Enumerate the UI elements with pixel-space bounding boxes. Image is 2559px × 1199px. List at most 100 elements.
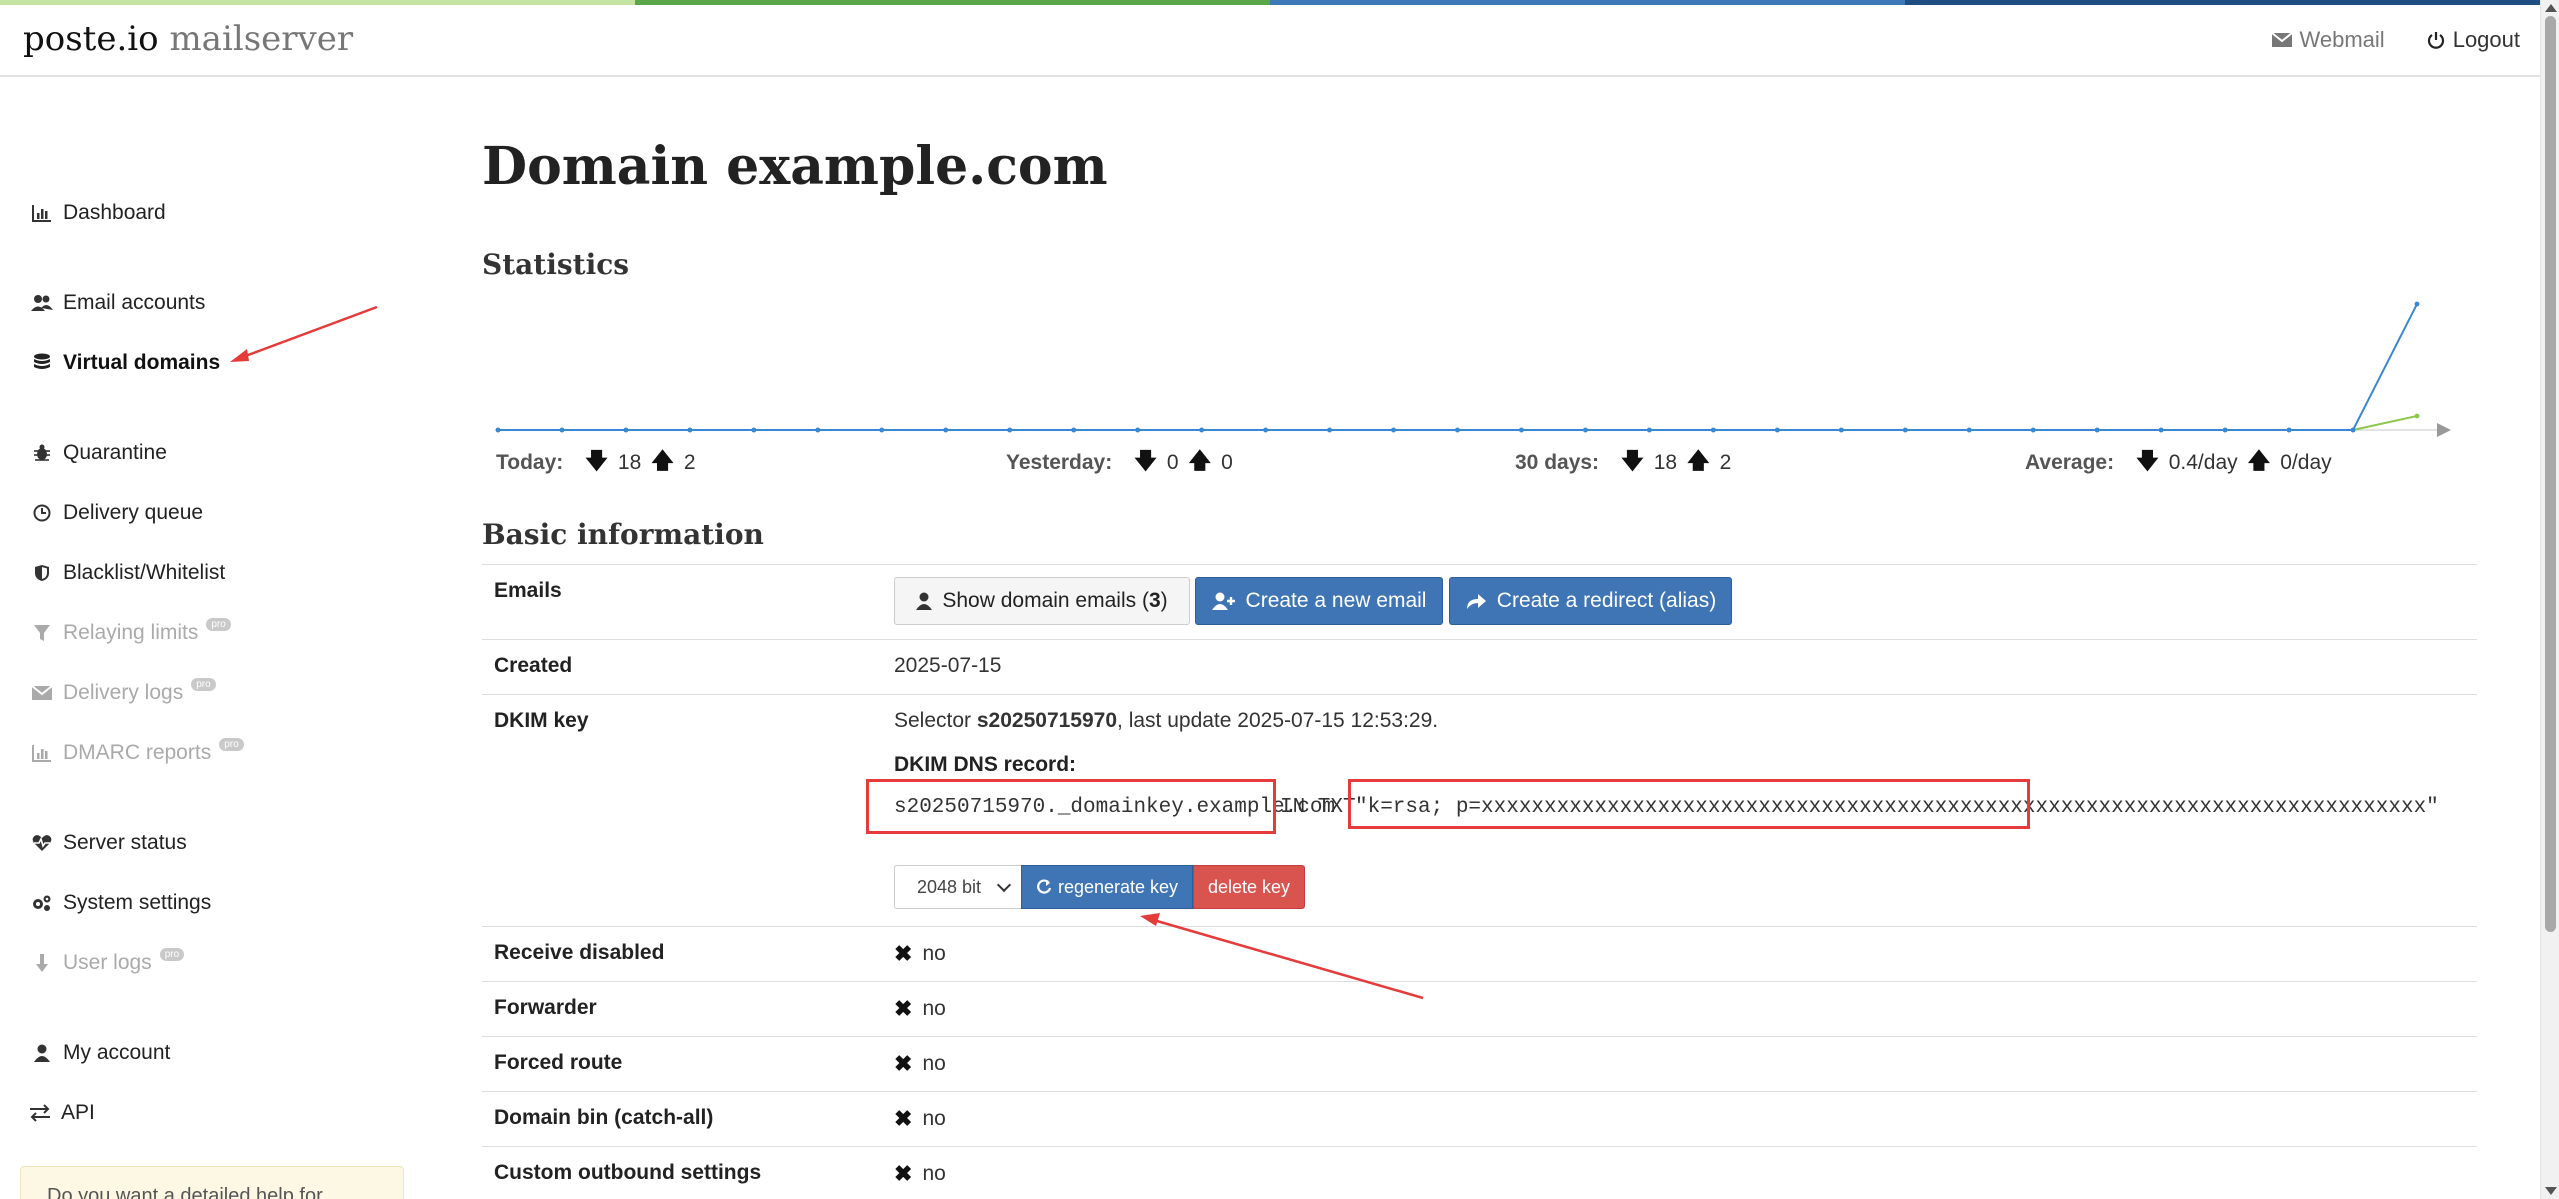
selector-suffix: , last update 2025-07-15 12:53:29. [1117,709,1439,732]
webmail-link[interactable]: Webmail [2271,27,2385,53]
sidebar-item-dashboard[interactable]: Dashboard [31,201,166,225]
sidebar-item-system-settings[interactable]: System settings [31,891,211,915]
sidebar-item-delivery-logs[interactable]: Delivery logs pro [31,677,216,705]
chart-point [1583,427,1588,433]
chart-point [687,427,693,433]
chart-point [2286,427,2292,433]
close-icon: ✖ [894,996,913,1021]
key-size-select[interactable]: 2048 bit [894,865,1022,909]
button-label: Show domain emails ( [942,589,1149,612]
sidebar-item-server-status[interactable]: Server status [31,831,187,855]
sidebar-item-label: Server status [63,831,187,854]
chart-point [2414,301,2420,307]
sidebar-item-label: My account [63,1041,171,1064]
create-email-button[interactable]: Create a new email [1195,577,1443,625]
chart-point [2350,427,2356,433]
user-icon [916,592,933,610]
chart-point [559,427,565,433]
table-row-emails: Emails Show domain emails (3) Create a n… [482,564,2477,639]
webmail-label: Webmail [2299,27,2385,52]
table-row-dkim: DKIM key Selector s20250715970, last upd… [482,694,2477,926]
arrow-up-icon: 🡅 [2247,448,2271,473]
selector-prefix: Selector [894,709,977,732]
table-row-custom-outbound: Custom outbound settings ✖ no [482,1146,2477,1199]
create-redirect-button[interactable]: Create a redirect (alias) [1449,577,1732,625]
show-domain-emails-button[interactable]: Show domain emails (3) [894,577,1190,625]
arrow-down-icon: 🡇 [585,448,608,473]
sidebar-item-relaying-limits[interactable]: Relaying limits pro [31,617,231,645]
chart-point [1647,427,1652,433]
table-row-receive-disabled: Receive disabled ✖ no [482,926,2477,981]
filter-icon [31,624,53,642]
row-key: Created [494,654,573,677]
help-box: Do you want a detailed help for [20,1166,404,1199]
chevron-down-icon [996,877,1012,893]
chart-point [1327,427,1332,433]
sidebar-item-my-account[interactable]: My account [31,1041,170,1065]
custom-outbound-value: ✖ no [894,1161,946,1187]
chart-point [1902,427,1908,433]
sidebar-item-virtual-domains[interactable]: Virtual domains [31,351,220,375]
delete-key-button[interactable]: delete key [1193,865,1305,909]
chart-point [1199,427,1205,433]
button-label-end: ) [1160,589,1168,612]
chart-point [1966,427,1972,433]
chart-point [2030,427,2036,433]
exchange-icon [29,1104,51,1122]
stat-label: Yesterday: [1006,451,1113,474]
sidebar: Dashboard Email accounts Virtual domains… [0,80,420,1199]
row-key: Domain bin (catch-all) [494,1106,714,1129]
chart-point [2414,413,2420,419]
domain-bin-value: ✖ no [894,1106,946,1132]
stat-down-value: 18 [617,451,642,474]
pro-badge: pro [159,947,185,961]
brand-logo[interactable]: poste.io mailserver [23,19,353,59]
regenerate-key-button[interactable]: regenerate key [1021,865,1193,909]
sidebar-item-user-logs[interactable]: User logs pro [31,947,185,975]
logout-label: Logout [2452,27,2520,52]
page-title: Domain example.com [482,136,1108,197]
chart-series-line-1 [498,303,2418,431]
sidebar-item-label: Relaying limits [63,621,199,644]
sidebar-item-email-accounts[interactable]: Email accounts [31,291,205,315]
scrollbar[interactable] [2540,0,2559,1199]
chart-point [815,427,821,433]
sidebar-item-blacklist-whitelist[interactable]: Blacklist/Whitelist [31,561,225,585]
row-key: Forwarder [494,996,597,1019]
pro-badge: pro [191,677,216,691]
chart-point [2094,427,2100,433]
chart-point [2158,427,2164,433]
statistics-summary: Today: 🡇 18 🡅 2 Yesterday: 🡇 0 🡅 0 30 days: … [482,444,2472,474]
scroll-down-icon[interactable] [2545,1187,2557,1195]
statistics-chart [495,301,2451,437]
sidebar-item-api[interactable]: API [29,1101,95,1125]
shield-icon [31,564,53,582]
scroll-up-icon[interactable] [2545,4,2557,12]
chart-point [1391,427,1396,433]
bug-icon [31,444,53,462]
sidebar-item-label: Virtual domains [63,351,221,374]
table-row-domain-bin: Domain bin (catch-all) ✖ no [482,1091,2477,1146]
table-row-forwarder: Forwarder ✖ no [482,981,2477,1036]
chart-point [1007,427,1013,433]
header: poste.io mailserver Webmail Logout [0,5,2540,77]
forwarder-value: ✖ no [894,996,946,1022]
chart-point [751,427,757,433]
stat-up-value: 0/day [2280,451,2332,474]
sidebar-item-dmarc-reports[interactable]: DMARC reports pro [31,737,244,765]
logout-link[interactable]: Logout [2427,27,2520,53]
stat-down-value: 0 [1166,451,1179,474]
sidebar-item-quarantine[interactable]: Quarantine [31,441,167,465]
scrollbar-thumb[interactable] [2545,16,2556,932]
table-row-created: Created 2025-07-15 [482,639,2477,694]
arrow-down-icon: 🡇 [1621,448,1644,473]
sidebar-item-delivery-queue[interactable]: Delivery queue [31,501,203,525]
bar-chart-icon [31,744,53,762]
power-icon [2427,32,2444,49]
stat-label: Today: [496,451,564,474]
forced-route-value: ✖ no [894,1051,946,1077]
chart-point [1071,427,1077,433]
chart-axis-arrow-icon [2437,423,2451,437]
chart-point [623,427,629,433]
close-icon: ✖ [894,1106,913,1131]
